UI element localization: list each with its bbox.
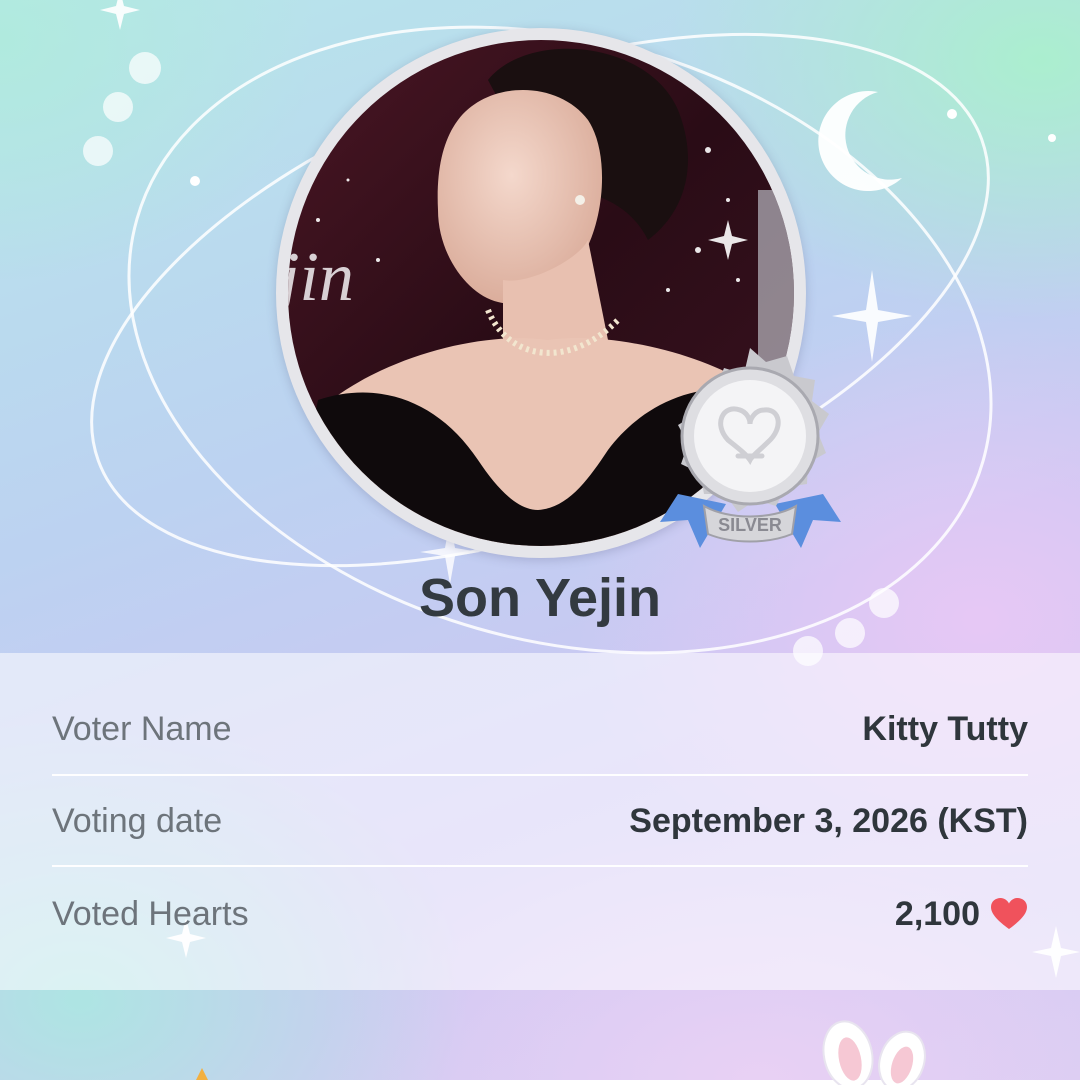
voting-date-value: September 3, 2026 (KST) [629, 801, 1028, 840]
voted-hearts-label: Voted Hearts [52, 894, 249, 933]
heart-icon [991, 898, 1027, 929]
badge-tier-label: SILVER [718, 515, 782, 535]
silver-medal-icon: SILVER [660, 348, 841, 548]
artist-name: Son Yejin [418, 568, 662, 628]
voter-name-label: Voter Name [52, 709, 232, 748]
voting-date-row: Voting date September 3, 2026 (KST) [52, 775, 1028, 867]
svg-text:jin: jin [288, 239, 354, 316]
voting-date-label: Voting date [52, 801, 223, 840]
voter-name-value: Kitty Tutty [862, 709, 1028, 748]
row-divider [52, 865, 1028, 867]
voter-name-row: Voter Name Kitty Tutty [52, 683, 1028, 775]
voted-hearts-value: 2,100 [895, 895, 1028, 934]
decorative-mark [196, 1068, 208, 1080]
vote-info-panel: Voter Name Kitty Tutty Voting date Septe… [0, 653, 1080, 990]
voted-hearts-row: Voted Hearts 2,100 [52, 868, 1028, 960]
crescent-moon-icon [818, 91, 902, 192]
bunny-ears-icon [822, 1020, 926, 1085]
voted-hearts-count: 2,100 [894, 894, 980, 933]
